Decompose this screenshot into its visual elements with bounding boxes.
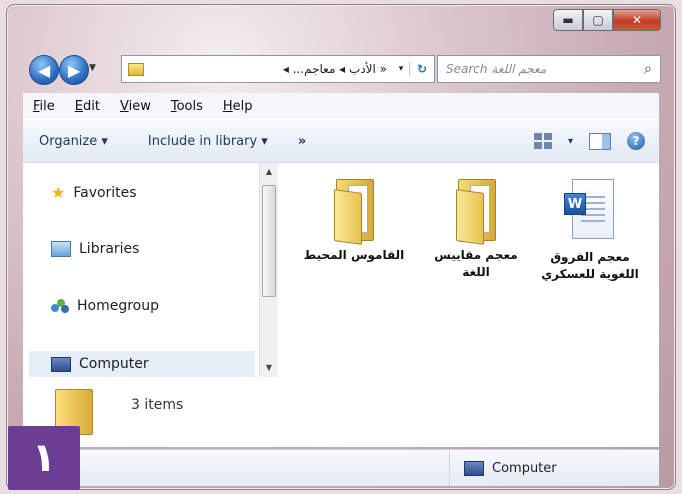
include-in-library-button[interactable]: Include in library ▾ [148,134,268,149]
minimize-icon: ▬ [562,13,574,27]
minimize-button[interactable]: ▬ [553,9,583,31]
nav-pane-scrollbar[interactable]: ▲ ▼ [259,163,278,377]
preview-pane-icon[interactable] [589,132,611,150]
close-icon: ✕ [631,13,643,27]
search-box[interactable]: Search معجم اللغة ⌕ [437,55,661,83]
file-name: معجم الفروق اللغوية للعسكري [541,250,639,281]
folder-icon [334,179,374,245]
help-icon[interactable]: ? [627,132,645,150]
views-dropdown[interactable]: ▾ [568,136,573,147]
menu-view[interactable]: View [120,99,151,114]
recent-pages-dropdown[interactable]: ▼ [89,63,96,73]
explorer-window: ▬ ▢ ✕ ◀ ▶ ▼ « الأدب ◂ معاجم... ◂ ▾ ↻ Sea… [6,4,676,490]
nav-item-homegroup[interactable]: Homegroup [51,298,159,314]
command-bar: Organize ▾ Include in library ▾ » ▾ ? [23,119,659,163]
scroll-thumb[interactable] [262,185,276,297]
menu-help[interactable]: Help [223,99,253,114]
file-item[interactable]: القاموس المحيط [299,179,409,264]
navigation-bar: ◀ ▶ ▼ « الأدب ◂ معاجم... ◂ ▾ ↻ Search مع… [23,53,661,85]
nav-item-libraries[interactable]: Libraries [51,241,139,257]
computer-icon [51,356,71,372]
libraries-icon [51,241,71,257]
maximize-button[interactable]: ▢ [583,9,613,31]
search-icon[interactable]: ⌕ [636,61,660,77]
nav-item-computer[interactable]: Computer [29,351,255,377]
back-button[interactable]: ◀ [29,55,59,85]
file-name: معجم مقاييس اللغة [434,248,518,279]
navigation-pane: ★ Favorites Libraries Homegroup Computer [23,163,259,377]
nav-item-label: Homegroup [77,298,160,314]
file-item[interactable]: W معجم الفروق اللغوية للعسكري [535,179,645,283]
item-count: 3 items [131,397,184,413]
caption-buttons: ▬ ▢ ✕ [553,9,661,31]
file-list: القاموس المحيط معجم مقاييس اللغة W معجم … [279,163,659,377]
figure-number-badge: ١ [8,426,80,490]
file-item[interactable]: معجم مقاييس اللغة [421,179,531,281]
maximize-icon: ▢ [592,13,604,27]
nav-item-label: Computer [79,356,149,372]
nav-item-favorites[interactable]: ★ Favorites [51,183,137,202]
search-input[interactable]: Search معجم اللغة [438,62,636,76]
nav-item-label: Libraries [79,241,140,257]
folder-icon [456,179,496,245]
star-icon: ★ [51,183,66,202]
menu-tools[interactable]: Tools [171,99,203,114]
scroll-down-button[interactable]: ▼ [260,363,278,372]
file-name: القاموس المحيط [303,248,405,262]
menu-bar: File Edit View Tools Help [23,93,659,119]
back-arrow-icon: ◀ [37,60,51,80]
address-bar[interactable]: « الأدب ◂ معاجم... ◂ ▾ ↻ [121,55,435,83]
close-button[interactable]: ✕ [613,9,661,31]
change-view-icon[interactable] [533,133,552,149]
scroll-up-button[interactable]: ▲ [260,167,278,176]
forward-button[interactable]: ▶ [59,55,89,85]
nav-item-label: Favorites [73,184,137,201]
status-location: Computer [449,450,557,486]
menu-edit[interactable]: Edit [75,99,100,114]
refresh-icon: ↻ [416,62,428,76]
breadcrumb[interactable]: « الأدب ◂ معاجم... ◂ [150,62,393,76]
more-commands-button[interactable]: » [298,134,306,149]
content-area: ★ Favorites Libraries Homegroup Computer… [23,162,659,377]
refresh-button[interactable]: ↻ [409,62,434,76]
word-document-icon: W [564,179,616,243]
folder-icon [128,62,144,76]
homegroup-icon [51,299,69,313]
organize-button[interactable]: Organize ▾ [39,134,108,149]
details-pane: 3 items [23,377,659,447]
status-bar: Computer [23,449,659,486]
address-dropdown-button[interactable]: ▾ [393,64,409,74]
computer-icon [464,460,484,476]
status-location-label: Computer [492,460,557,476]
forward-arrow-icon: ▶ [67,60,81,80]
menu-file[interactable]: File [33,99,55,114]
